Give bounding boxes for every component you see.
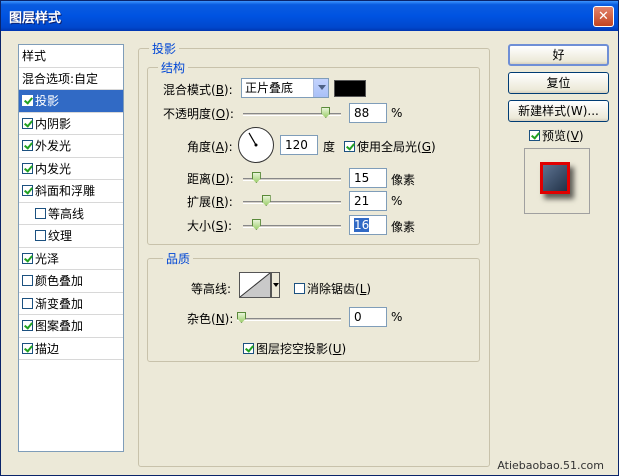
checkbox-icon[interactable]	[22, 95, 33, 106]
global-light-checkbox[interactable]: 使用全局光(G)	[344, 138, 436, 155]
style-list-item-label: 等高线	[48, 206, 85, 221]
spread-slider[interactable]	[243, 201, 341, 204]
style-list-item[interactable]: 内发光	[19, 158, 123, 180]
style-list-item[interactable]: 颜色叠加	[19, 270, 123, 293]
style-list-item-label: 样式	[22, 49, 47, 63]
checkbox-icon[interactable]	[22, 162, 33, 174]
style-list-item-label: 混合选项:自定	[22, 71, 99, 86]
checkbox-icon	[243, 343, 254, 354]
checkbox-icon	[529, 130, 540, 141]
new-style-button[interactable]: 新建样式(W)...	[508, 100, 609, 122]
contour-curve-icon	[239, 272, 271, 298]
angle-unit: 度	[323, 140, 336, 154]
spread-input[interactable]: 21	[349, 191, 387, 211]
blend-mode-label: 混合模式(B):	[163, 83, 233, 97]
checkbox-icon[interactable]	[22, 275, 33, 286]
checkbox-icon[interactable]	[22, 117, 33, 129]
blend-mode-select[interactable]: 正片叠底	[241, 78, 329, 98]
ok-button[interactable]: 好	[508, 44, 609, 66]
checkbox-icon[interactable]	[22, 252, 33, 264]
contour-label: 等高线:	[191, 282, 232, 296]
spread-label: 扩展(R):	[187, 195, 233, 209]
style-list-item-label: 内阴影	[35, 116, 72, 131]
dialog-body: 样式 混合选项:自定 投影 内阴影 外发光 内发光 斜面和浮雕 等高线 纹理 光泽 颜色叠加 渐变叠加…	[1, 31, 618, 475]
contour-dropdown-icon[interactable]	[271, 272, 280, 298]
checkbox-icon[interactable]	[22, 342, 33, 354]
knockout-checkbox[interactable]: 图层挖空投影(U)	[243, 340, 346, 357]
layer-style-dialog: 图层样式 ✕ 样式 混合选项:自定 投影 内阴影 外发光 内发光 斜面和浮雕 等高线 纹理 光泽颜…	[0, 0, 619, 476]
checkbox-icon[interactable]	[22, 140, 33, 151]
style-list-item-label: 渐变叠加	[35, 296, 84, 311]
style-list-item[interactable]: 内阴影	[19, 113, 123, 135]
structure-group-title: 结构	[158, 59, 189, 76]
preview-thumbnail	[540, 162, 570, 194]
noise-unit: %	[391, 310, 403, 324]
distance-input[interactable]: 15	[349, 168, 387, 188]
style-list-item[interactable]: 样式	[19, 45, 123, 68]
style-preview	[524, 148, 590, 214]
close-button[interactable]: ✕	[593, 6, 614, 27]
quality-group-title: 品质	[163, 250, 194, 267]
checkbox-icon	[344, 141, 355, 152]
distance-label: 距离(D):	[187, 172, 234, 186]
noise-slider[interactable]	[237, 318, 341, 321]
size-label: 大小(S):	[187, 219, 233, 233]
checkbox-icon[interactable]	[22, 297, 33, 309]
title-bar: 图层样式 ✕	[1, 1, 618, 31]
style-list-item-label: 内发光	[35, 161, 72, 176]
style-list-item-label: 描边	[35, 341, 60, 356]
style-list-item[interactable]: 光泽	[19, 248, 123, 270]
style-list-item[interactable]: 纹理	[19, 225, 123, 248]
noise-label: 杂色(N):	[187, 312, 234, 326]
style-list: 样式混合选项:自定投影内阴影外发光内发光斜面和浮雕等高线纹理光泽颜色叠加渐变叠加…	[18, 44, 124, 452]
watermark: Atiebaobao.51.com	[497, 459, 604, 472]
angle-input[interactable]: 120	[280, 135, 318, 155]
size-unit: 像素	[391, 220, 416, 234]
style-list-item[interactable]: 渐变叠加	[19, 293, 123, 315]
checkbox-icon[interactable]	[22, 320, 33, 331]
style-list-item[interactable]: 投影	[19, 90, 123, 113]
checkbox-icon[interactable]	[22, 185, 33, 196]
spread-unit: %	[391, 194, 403, 208]
style-list-item-label: 纹理	[48, 229, 73, 243]
chevron-down-icon[interactable]	[313, 79, 328, 97]
style-list-item[interactable]: 混合选项:自定	[19, 68, 123, 90]
style-list-item[interactable]: 图案叠加	[19, 315, 123, 338]
angle-needle-icon	[248, 132, 258, 147]
blend-mode-value: 正片叠底	[245, 81, 294, 95]
style-list-item-label: 颜色叠加	[35, 274, 84, 288]
style-list-item[interactable]: 描边	[19, 338, 123, 360]
style-list-item-label: 投影	[35, 94, 60, 108]
contour-picker[interactable]	[239, 272, 271, 298]
checkbox-icon[interactable]	[35, 230, 46, 241]
distance-unit: 像素	[391, 173, 416, 187]
style-list-item-label: 光泽	[35, 251, 60, 266]
style-list-item-label: 外发光	[35, 139, 72, 153]
size-input[interactable]: 16	[349, 215, 387, 235]
style-list-item-label: 斜面和浮雕	[35, 184, 96, 198]
angle-label: 角度(A):	[187, 140, 233, 154]
opacity-label: 不透明度(O):	[163, 107, 234, 121]
opacity-unit: %	[391, 106, 403, 120]
style-list-item[interactable]: 斜面和浮雕	[19, 180, 123, 203]
dialog-title: 图层样式	[9, 11, 62, 26]
checkbox-icon	[294, 283, 305, 294]
shadow-color-swatch[interactable]	[334, 80, 366, 97]
angle-dial[interactable]	[238, 127, 274, 163]
opacity-input[interactable]: 88	[349, 103, 387, 123]
drop-shadow-group-title: 投影	[149, 40, 180, 57]
preview-checkbox[interactable]: 预览(V)	[529, 127, 584, 144]
style-list-item[interactable]: 等高线	[19, 203, 123, 225]
checkbox-icon[interactable]	[35, 207, 46, 219]
noise-input[interactable]: 0	[349, 307, 387, 327]
style-list-item[interactable]: 外发光	[19, 135, 123, 158]
anti-alias-checkbox[interactable]: 消除锯齿(L)	[294, 280, 371, 297]
reset-button[interactable]: 复位	[508, 72, 609, 94]
close-icon: ✕	[598, 9, 609, 24]
style-list-item-label: 图案叠加	[35, 319, 84, 333]
